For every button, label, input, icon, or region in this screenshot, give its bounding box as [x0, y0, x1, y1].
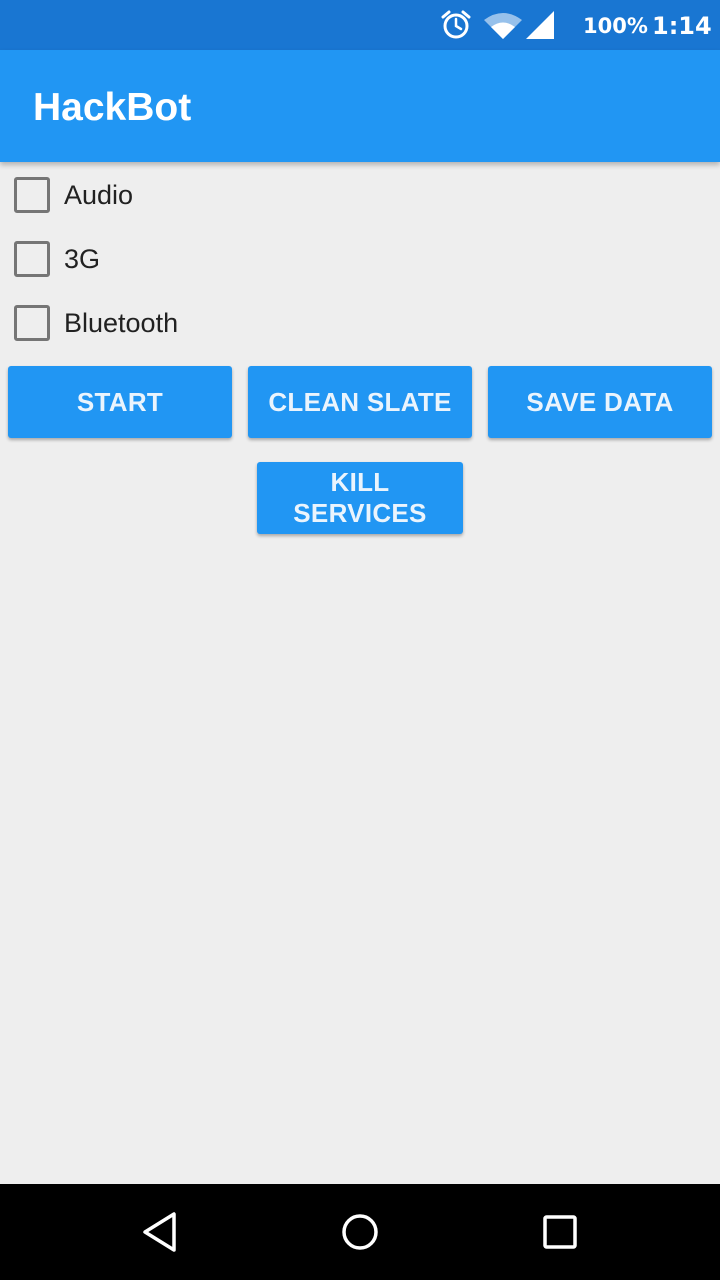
clock-time: 1:14	[652, 12, 712, 40]
app-bar: HackBot	[0, 50, 720, 162]
navigation-bar	[0, 1184, 720, 1280]
app-title: HackBot	[33, 86, 192, 129]
3g-label: 3G	[64, 243, 101, 274]
3g-checkbox[interactable]	[14, 241, 50, 277]
kill-services-button[interactable]: KILL SERVICES	[257, 462, 463, 534]
audio-checkbox-row[interactable]: Audio	[0, 163, 720, 227]
audio-label: Audio	[64, 179, 134, 210]
alarm-icon	[441, 10, 471, 39]
audio-checkbox[interactable]	[14, 177, 50, 213]
3g-checkbox-row[interactable]: 3G	[0, 227, 720, 291]
back-icon[interactable]	[140, 1208, 180, 1256]
start-button[interactable]: START	[8, 366, 232, 438]
bluetooth-label: Bluetooth	[64, 307, 179, 338]
signal-icon	[526, 11, 554, 39]
save-data-button[interactable]: SAVE DATA	[488, 366, 712, 438]
wifi-icon	[484, 13, 522, 39]
bluetooth-checkbox-row[interactable]: Bluetooth	[0, 291, 720, 355]
status-bar: 100% 1:14	[0, 0, 720, 50]
battery-percent: 100%	[583, 14, 648, 38]
recents-icon[interactable]	[538, 1208, 582, 1256]
clean-slate-button[interactable]: CLEAN SLATE	[248, 366, 472, 438]
bluetooth-checkbox[interactable]	[14, 305, 50, 341]
home-icon[interactable]	[336, 1208, 384, 1256]
